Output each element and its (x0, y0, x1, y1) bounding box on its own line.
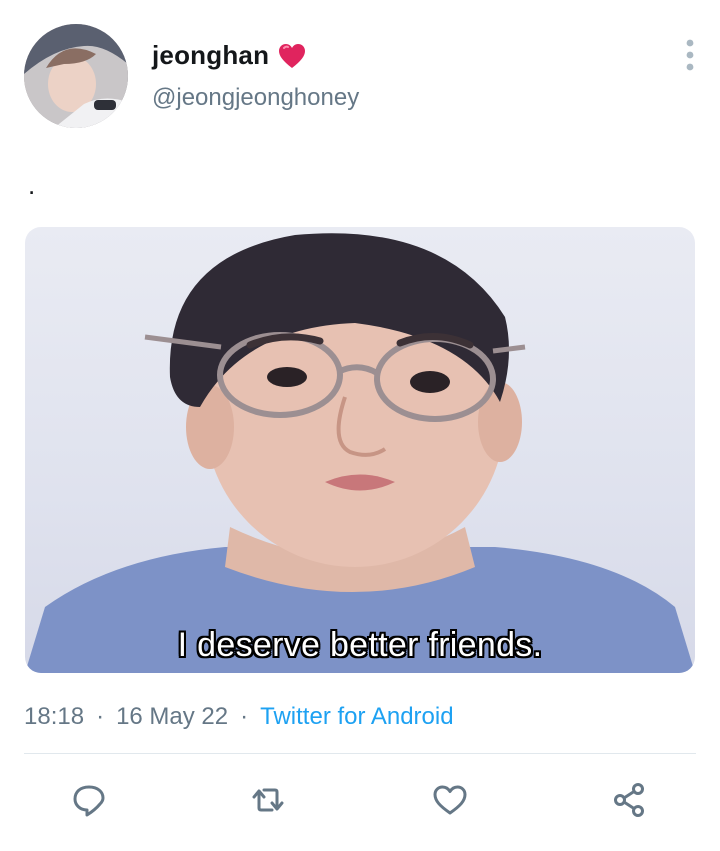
tweet-source-link[interactable]: Twitter for Android (260, 703, 453, 731)
avatar-image (24, 24, 128, 128)
like-button[interactable] (428, 778, 472, 822)
like-icon (433, 785, 467, 815)
tweet-time[interactable]: 18:18 (24, 703, 84, 731)
meta-separator: · (240, 703, 249, 730)
divider (24, 753, 696, 754)
tweet-actions (0, 778, 720, 828)
tweet-text: . (28, 170, 36, 200)
share-icon (614, 783, 644, 817)
tweet-media[interactable]: I deserve better friends. (25, 227, 695, 673)
reply-icon (73, 785, 105, 817)
retweet-icon (252, 788, 284, 812)
reply-button[interactable] (67, 778, 111, 822)
user-name-row[interactable]: jeonghan (152, 40, 307, 71)
meta-separator: · (96, 703, 105, 730)
display-name[interactable]: jeonghan (152, 40, 269, 71)
more-options-icon[interactable] (680, 38, 700, 72)
tweet-date[interactable]: 16 May 22 (116, 703, 228, 731)
retweet-button[interactable] (246, 778, 290, 822)
heart-icon (277, 42, 307, 70)
tweet-meta: 18:18 · 16 May 22 · Twitter for Android (24, 703, 454, 731)
share-button[interactable] (608, 778, 652, 822)
avatar[interactable] (24, 24, 128, 128)
media-caption: I deserve better friends. (177, 626, 543, 664)
media-image (25, 233, 695, 673)
user-handle[interactable]: @jeongjeonghoney (152, 84, 359, 112)
